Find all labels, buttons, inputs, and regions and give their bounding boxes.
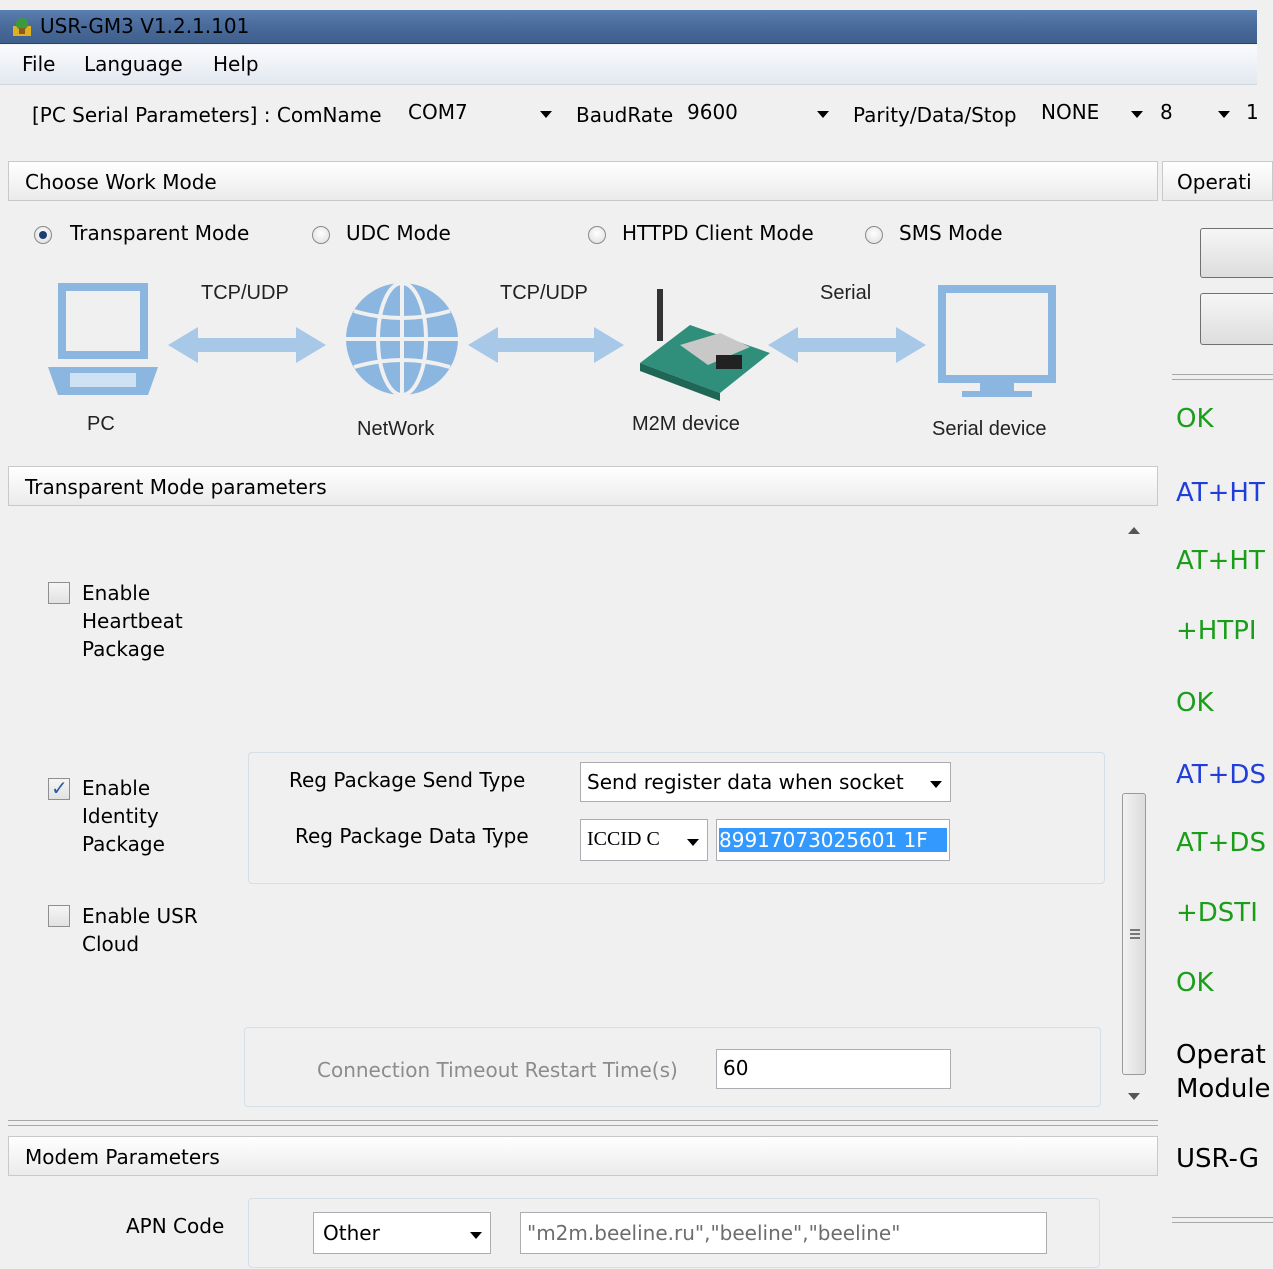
- menu-bar: File Language Help: [0, 45, 1257, 85]
- reg-data-input[interactable]: 89917073025601 1F: [716, 819, 950, 861]
- node-label-serial-device: Serial device: [932, 418, 1047, 440]
- menu-language[interactable]: Language: [84, 52, 183, 76]
- log-line: AT+DS: [1176, 828, 1266, 858]
- log-line: OK: [1176, 404, 1214, 434]
- heartbeat-label: Enable Heartbeat Package: [82, 581, 183, 661]
- chevron-down-icon: [930, 781, 942, 788]
- log-line: +DSTI: [1176, 898, 1258, 928]
- window-title: USR-GM3 V1.2.1.101: [40, 14, 250, 38]
- timeout-input[interactable]: 60: [716, 1049, 951, 1089]
- usr-cloud-label: Enable USR Cloud: [82, 904, 198, 956]
- log-line: AT+HT: [1176, 546, 1265, 576]
- vertical-scrollbar[interactable]: [1118, 519, 1150, 1111]
- baudrate-select[interactable]: 9600: [681, 96, 837, 130]
- node-label-network: NetWork: [357, 418, 435, 440]
- m2m-device-icon: [640, 289, 770, 401]
- radio-httpd-client-mode[interactable]: [588, 226, 606, 244]
- label-transparent-mode[interactable]: Transparent Mode: [70, 221, 249, 245]
- scroll-down-icon[interactable]: [1128, 1093, 1140, 1100]
- label-sms-mode[interactable]: SMS Mode: [899, 221, 1003, 245]
- serial-parameters-bar: [PC Serial Parameters] : ComName COM7 Ba…: [0, 86, 1259, 148]
- work-mode-header: Choose Work Mode: [8, 161, 1158, 201]
- bidirectional-arrow-icon: [168, 327, 326, 363]
- log-line: AT+HT: [1176, 478, 1265, 508]
- usr-cloud-checkbox[interactable]: [48, 905, 70, 927]
- serial-params-label: [PC Serial Parameters] : ComName: [32, 103, 382, 127]
- chevron-down-icon: [470, 1232, 482, 1239]
- chevron-down-icon: [687, 839, 699, 846]
- log-line: Module: [1176, 1074, 1271, 1104]
- laptop-icon: [48, 283, 158, 395]
- databits-select[interactable]: 8: [1154, 96, 1238, 130]
- title-bar: USR-GM3 V1.2.1.101: [0, 10, 1257, 44]
- chevron-down-icon: [1218, 111, 1230, 118]
- right-pane-splitter[interactable]: [1172, 374, 1273, 380]
- log-line: OK: [1176, 968, 1214, 998]
- identity-checkbox[interactable]: [48, 776, 70, 800]
- scroll-thumb[interactable]: [1122, 793, 1146, 1075]
- baudrate-label: BaudRate: [576, 103, 674, 127]
- radio-sms-mode[interactable]: [865, 226, 883, 244]
- reg-data-type-select[interactable]: ICCID C: [580, 819, 708, 861]
- modem-params-header: Modem Parameters: [8, 1136, 1158, 1176]
- apn-select[interactable]: Other: [313, 1212, 491, 1254]
- identity-label: Enable Identity Package: [82, 776, 165, 856]
- operation-button-1[interactable]: [1200, 228, 1273, 278]
- globe-icon: [346, 281, 458, 397]
- heartbeat-checkbox[interactable]: [48, 582, 70, 604]
- reg-data-type-label: Reg Package Data Type: [295, 824, 529, 848]
- arrow-label-serial: Serial: [820, 282, 872, 304]
- parity-label: Parity/Data/Stop: [853, 103, 1017, 127]
- apn-value-input[interactable]: "m2m.beeline.ru","beeline","beeline": [520, 1212, 1047, 1254]
- menu-help[interactable]: Help: [213, 52, 259, 76]
- log-line: Operat: [1176, 1040, 1266, 1070]
- node-label-m2m-device: M2M device: [632, 413, 740, 435]
- chevron-down-icon: [540, 111, 552, 118]
- log-line: AT+DS: [1176, 760, 1266, 790]
- radio-transparent-mode[interactable]: [34, 226, 52, 244]
- arrow-label-tcp-udp-2: TCP/UDP: [500, 282, 588, 304]
- monitor-icon: [938, 285, 1056, 397]
- operation-button-2[interactable]: [1200, 293, 1273, 345]
- label-httpd-client-mode[interactable]: HTTPD Client Mode: [622, 221, 814, 245]
- log-line: OK: [1176, 688, 1214, 718]
- operation-header: Operati: [1162, 161, 1273, 201]
- app-icon: [13, 18, 31, 36]
- arrow-label-tcp-udp-1: TCP/UDP: [201, 282, 289, 304]
- log-line: USR-G: [1176, 1144, 1260, 1174]
- node-label-pc: PC: [87, 413, 115, 435]
- chevron-down-icon: [1131, 111, 1143, 118]
- splitter[interactable]: [8, 1120, 1158, 1126]
- reg-send-type-select[interactable]: Send register data when socket: [580, 762, 951, 802]
- stopbits-select[interactable]: 1: [1240, 96, 1270, 130]
- timeout-label: Connection Timeout Restart Time(s): [317, 1058, 678, 1082]
- transparent-params-header: Transparent Mode parameters: [8, 466, 1158, 506]
- scroll-up-icon[interactable]: [1128, 527, 1140, 534]
- chevron-down-icon: [817, 111, 829, 118]
- label-udc-mode[interactable]: UDC Mode: [346, 221, 451, 245]
- bidirectional-arrow-icon: [468, 327, 624, 363]
- comname-select[interactable]: COM7: [402, 96, 560, 130]
- bidirectional-arrow-icon: [768, 327, 926, 363]
- parity-select[interactable]: NONE: [1035, 96, 1151, 130]
- log-line: +HTPI: [1176, 616, 1257, 646]
- grip-icon: [1130, 929, 1140, 931]
- reg-send-type-label: Reg Package Send Type: [289, 768, 526, 792]
- right-pane-bottom-splitter[interactable]: [1172, 1217, 1273, 1223]
- menu-file[interactable]: File: [22, 52, 55, 76]
- apn-code-label: APN Code: [126, 1214, 225, 1238]
- radio-udc-mode[interactable]: [312, 226, 330, 244]
